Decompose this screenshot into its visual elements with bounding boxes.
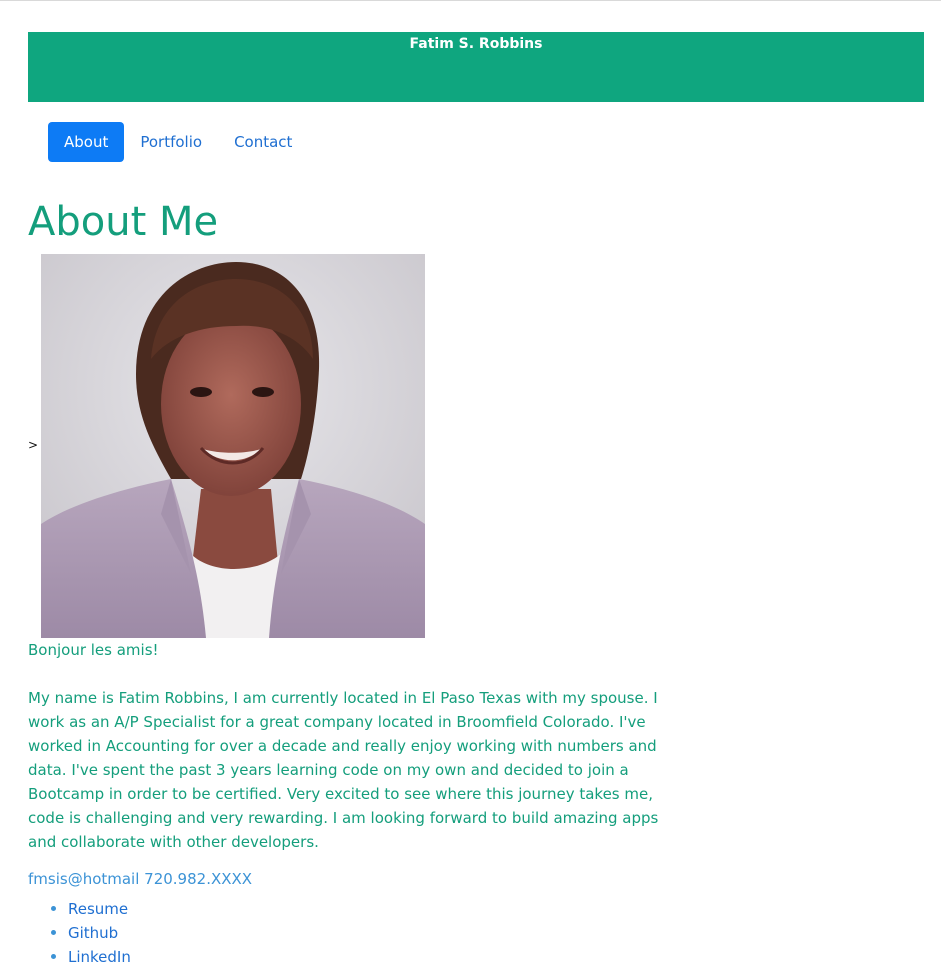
stray-text: > — [28, 438, 39, 452]
nav-item-contact[interactable]: Contact — [218, 122, 308, 162]
page-title: About Me — [28, 199, 219, 245]
bio-paragraph: My name is Fatim Robbins, I am currently… — [28, 689, 659, 851]
top-border — [0, 0, 941, 1]
link-linkedin[interactable]: LinkedIn — [51, 945, 131, 969]
main-nav: About Portfolio Contact — [48, 122, 308, 162]
nav-item-portfolio[interactable]: Portfolio — [124, 122, 218, 162]
nav-item-about[interactable]: About — [48, 122, 125, 162]
profile-photo — [41, 254, 425, 638]
contact-info: fmsis@hotmail 720.982.XXXX — [28, 870, 253, 888]
greeting-text: Bonjour les amis! — [28, 641, 159, 659]
site-header: Fatim S. Robbins — [28, 32, 924, 102]
link-github[interactable]: Github — [51, 921, 131, 945]
link-resume[interactable]: Resume — [51, 897, 131, 921]
site-title: Fatim S. Robbins — [409, 36, 543, 52]
profile-links: Resume Github LinkedIn — [28, 897, 131, 969]
